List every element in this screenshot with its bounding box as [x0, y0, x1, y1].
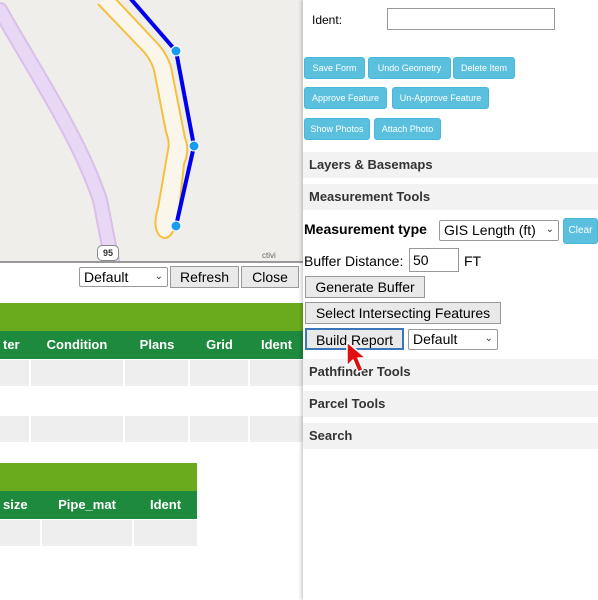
buffer-unit-label: FT: [464, 253, 482, 269]
generate-buffer-button[interactable]: Generate Buffer: [305, 276, 425, 298]
table-cell: [42, 520, 132, 546]
table-row[interactable]: [0, 388, 303, 414]
measurement-type-label: Measurement type: [304, 221, 427, 237]
table-row[interactable]: [0, 520, 197, 546]
road-fill: [0, 4, 118, 261]
section-layers-basemaps[interactable]: Layers & Basemaps: [303, 152, 598, 178]
map-attribution: ctivi: [262, 251, 276, 260]
table-cell: [31, 360, 123, 386]
refresh-button[interactable]: Refresh: [170, 266, 239, 288]
table1-title-bar: [0, 303, 303, 331]
table-cell: [250, 416, 303, 442]
unapprove-feature-button[interactable]: Un-Approve Feature: [392, 87, 489, 109]
approve-feature-button[interactable]: Approve Feature: [304, 87, 387, 109]
clear-button[interactable]: Clear: [563, 218, 598, 244]
table-cell: [125, 416, 188, 442]
vertex-point[interactable]: [170, 45, 182, 57]
table1-col-header[interactable]: Condition: [31, 331, 123, 359]
undo-geometry-button[interactable]: Undo Geometry: [368, 57, 451, 79]
route-shield: 95: [97, 245, 119, 261]
table2-col-header[interactable]: size: [0, 491, 40, 519]
ident-input[interactable]: [387, 8, 555, 30]
report-select-value: Default: [413, 331, 458, 347]
table1-col-header[interactable]: Grid: [190, 331, 249, 359]
delete-item-button[interactable]: Delete Item: [453, 57, 515, 79]
vertex-point[interactable]: [170, 220, 182, 232]
attach-photo-button[interactable]: Attach Photo: [374, 118, 441, 140]
map-canvas[interactable]: [0, 0, 303, 261]
table-cell: [190, 360, 248, 386]
select-intersecting-features-button[interactable]: Select Intersecting Features: [305, 302, 501, 324]
table-row[interactable]: [0, 416, 303, 442]
table-toolbar: Default ⌄ Refresh Close: [0, 261, 303, 292]
chevron-down-icon: ⌄: [484, 333, 493, 344]
table-cell: [125, 360, 188, 386]
table2-col-header[interactable]: Pipe_mat: [42, 491, 132, 519]
report-select[interactable]: Default ⌄: [408, 329, 498, 350]
measurement-type-select[interactable]: GIS Length (ft) ⌄: [439, 220, 559, 241]
save-form-button[interactable]: Save Form: [304, 57, 365, 79]
measurement-type-value: GIS Length (ft): [444, 222, 536, 238]
buffer-polygon: [97, 0, 189, 239]
ident-label: Ident:: [312, 13, 343, 27]
table1-col-header[interactable]: Ident: [250, 331, 303, 359]
table-cell: [134, 520, 197, 546]
table1-col-header[interactable]: Plans: [125, 331, 189, 359]
tools-panel: Ident: Save Form Undo Geometry Delete It…: [303, 0, 598, 600]
buffer-distance-label: Buffer Distance:: [304, 253, 404, 269]
chevron-down-icon: ⌄: [545, 224, 554, 235]
app-root: 95 ctivi Default ⌄ Refresh Close ter Con…: [0, 0, 598, 600]
table-row[interactable]: [0, 360, 303, 386]
table2-title-bar: [0, 463, 197, 491]
table-select-value: Default: [84, 269, 129, 285]
map-view[interactable]: 95 ctivi: [0, 0, 303, 261]
section-measurement-tools[interactable]: Measurement Tools: [303, 184, 598, 210]
table2-col-header[interactable]: Ident: [134, 491, 197, 519]
buffer-distance-input[interactable]: 50: [409, 248, 459, 272]
close-button[interactable]: Close: [241, 266, 299, 288]
section-search[interactable]: Search: [303, 423, 598, 449]
show-photos-button[interactable]: Show Photos: [304, 118, 370, 140]
table2-header-row: size Pipe_mat Ident: [0, 491, 197, 519]
table-select[interactable]: Default ⌄: [79, 267, 168, 287]
table-cell: [250, 360, 303, 386]
chevron-down-icon: ⌄: [154, 271, 163, 282]
table-cell: [0, 520, 40, 546]
vertex-point[interactable]: [188, 140, 200, 152]
section-parcel-tools[interactable]: Parcel Tools: [303, 391, 598, 417]
table1-col-header[interactable]: ter: [0, 331, 31, 359]
table-cell: [190, 416, 248, 442]
table1-header-row: ter Condition Plans Grid Ident: [0, 331, 303, 359]
mouse-cursor-icon: [346, 341, 367, 373]
table-cell: [0, 360, 29, 386]
table-cell: [31, 416, 123, 442]
table-cell: [0, 416, 29, 442]
